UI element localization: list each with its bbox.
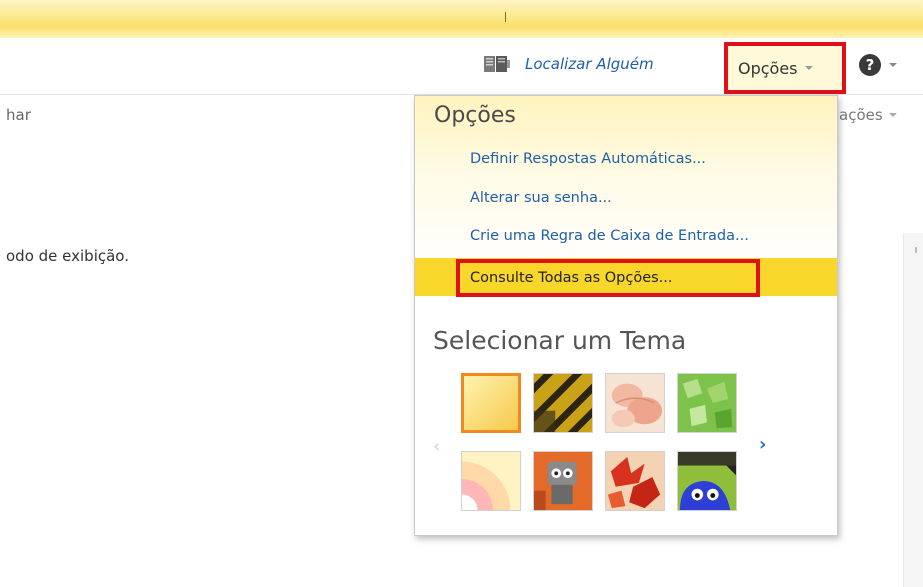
top-band bbox=[0, 0, 923, 38]
theme-autumn-leaves[interactable] bbox=[605, 451, 665, 511]
panel-scroll-mark bbox=[915, 247, 917, 253]
find-person-link[interactable]: Localizar Alguém bbox=[483, 54, 654, 74]
menu-item-see-all-options[interactable]: Consulte Todas as Opções... bbox=[456, 259, 760, 297]
blue-monster-theme-icon bbox=[678, 452, 736, 510]
band-divider bbox=[505, 12, 506, 22]
pink-flower-theme-icon bbox=[606, 374, 664, 432]
menu-item-auto-replies[interactable]: Definir Respostas Automáticas... bbox=[470, 151, 706, 167]
theme-robot[interactable] bbox=[533, 451, 593, 511]
address-book-icon bbox=[484, 56, 510, 72]
green-leaves-theme-icon bbox=[678, 374, 736, 432]
options-dropdown-menu: Opções Definir Respostas Automáticas... … bbox=[414, 95, 838, 536]
theme-sunburst[interactable] bbox=[461, 451, 521, 511]
menu-item-see-all-options-label: Consulte Todas as Opções... bbox=[470, 270, 673, 286]
options-menu-label: Opções bbox=[738, 58, 798, 78]
chevron-down-icon bbox=[804, 66, 813, 70]
toolbar-fragment-right-label: ações bbox=[839, 106, 883, 124]
yellow-theme-icon bbox=[464, 376, 518, 430]
theme-pink-flower[interactable] bbox=[605, 373, 665, 433]
toolbar-fragment-left: har bbox=[6, 106, 31, 124]
options-menu-button[interactable]: Opções bbox=[738, 59, 813, 78]
menu-item-change-password[interactable]: Alterar sua senha... bbox=[470, 190, 612, 206]
view-mode-message: odo de exibição. bbox=[6, 247, 129, 265]
robot-theme-icon bbox=[534, 452, 592, 510]
theme-hazard-stripes[interactable] bbox=[533, 373, 593, 433]
chevron-down-icon bbox=[889, 63, 897, 67]
autumn-leaves-theme-icon bbox=[606, 452, 664, 510]
right-panel-edge bbox=[903, 233, 923, 587]
help-icon: ? bbox=[859, 54, 881, 76]
theme-yellow[interactable] bbox=[461, 373, 521, 433]
toolbar-fragment-right[interactable]: ações bbox=[839, 106, 897, 124]
help-button[interactable]: ? bbox=[859, 54, 897, 76]
sunburst-theme-icon bbox=[462, 452, 520, 510]
theme-green-leaves[interactable] bbox=[677, 373, 737, 433]
hazard-stripes-theme-icon bbox=[534, 374, 592, 432]
find-person-label: Localizar Alguém bbox=[525, 55, 654, 73]
menu-title: Opções bbox=[434, 103, 516, 128]
chevron-right-icon[interactable]: › bbox=[759, 434, 766, 455]
theme-blue-monster[interactable] bbox=[677, 451, 737, 511]
chevron-down-icon bbox=[888, 113, 897, 117]
menu-item-create-inbox-rule[interactable]: Crie uma Regra de Caixa de Entrada... bbox=[470, 228, 749, 244]
theme-section-title: Selecionar um Tema bbox=[433, 326, 687, 355]
options-menu-highlight: Opções bbox=[724, 42, 846, 94]
chevron-left-icon[interactable]: ‹ bbox=[433, 436, 440, 457]
